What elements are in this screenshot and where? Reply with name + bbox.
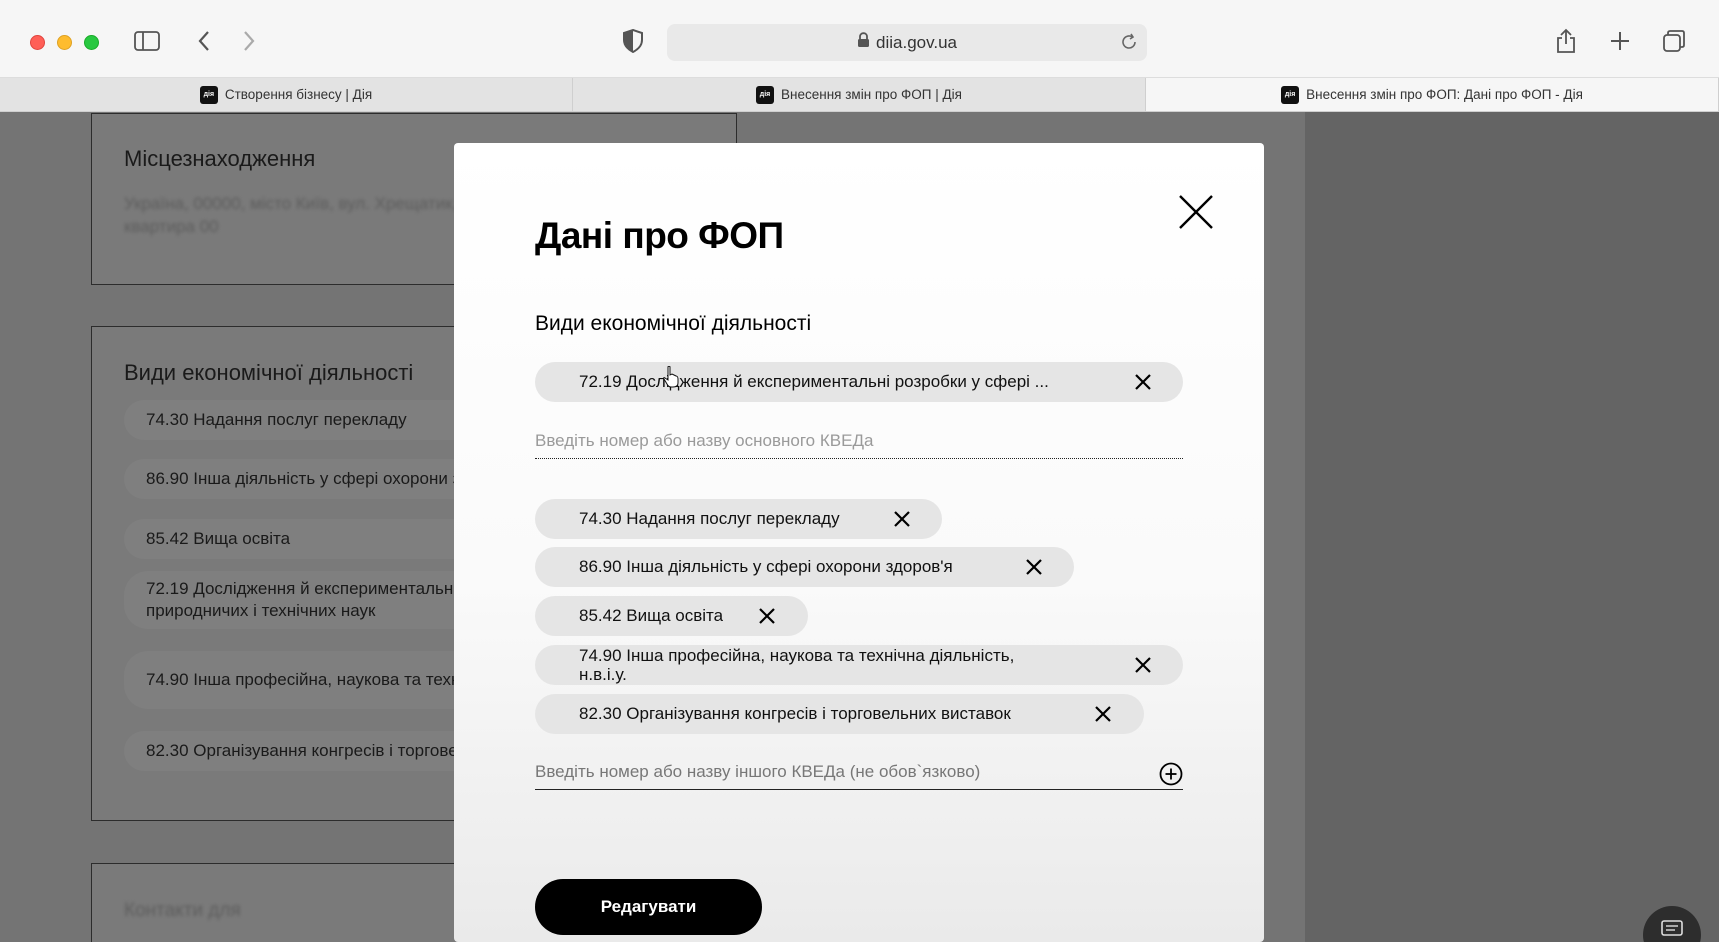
main-kved-placeholder: Введіть номер або назву основного КВЕДа: [535, 430, 874, 450]
tab-bar: дія Створення бізнесу | Дія дія Внесення…: [0, 78, 1719, 112]
main-kved-chip: 72.19 Дослідження й експериментальні роз…: [535, 362, 1183, 402]
close-icon[interactable]: [757, 606, 777, 626]
modal-title: Дані про ФОП: [535, 215, 784, 256]
tab-overview-icon[interactable]: [1659, 26, 1689, 56]
chip-label: 72.19 Дослідження й експериментальні роз…: [579, 372, 1049, 391]
diia-logo-icon: дія: [199, 85, 218, 104]
tab-create-business[interactable]: дія Створення бізнесу | Дія: [0, 78, 573, 111]
activities-card-title: Види економічної діяльності: [124, 360, 414, 385]
main-kved-input[interactable]: Введіть номер або назву основного КВЕДа: [535, 423, 1183, 459]
tab-title: Внесення змін про ФОП | Дія: [781, 87, 962, 102]
plus-circle-icon[interactable]: [1159, 762, 1183, 786]
forward-icon[interactable]: [234, 26, 264, 56]
fop-data-modal: [454, 143, 1264, 942]
reload-icon[interactable]: [1119, 32, 1139, 57]
chip-label-line: н.в.і.у.: [579, 665, 627, 684]
chip-label: 74.90 Інша професійна, наукова та техніч…: [579, 646, 1079, 684]
chip-label: 86.90 Інша діяльність у сфері охорони зд…: [579, 557, 953, 576]
new-tab-icon[interactable]: [1605, 26, 1635, 56]
close-icon[interactable]: [892, 509, 912, 529]
section-title: Види економічної діяльності: [535, 312, 812, 335]
zoom-window-button[interactable]: [84, 35, 99, 50]
chip-label: 74.30 Надання послуг перекладу: [579, 509, 840, 528]
url-text: diia.gov.ua: [876, 32, 957, 52]
sidebar-toggle-icon[interactable]: [132, 26, 162, 56]
location-text: квартира 00: [124, 217, 219, 236]
back-icon[interactable]: [189, 26, 219, 56]
tab-title: Створення бізнесу | Дія: [224, 87, 373, 102]
kved-chip: 74.90 Інша професійна, наукова та техніч…: [535, 645, 1183, 685]
close-icon[interactable]: [1133, 655, 1153, 675]
chip-label: 85.42 Вища освіта: [579, 606, 724, 625]
close-window-button[interactable]: [30, 35, 45, 50]
tab-fop-changes[interactable]: дія Внесення змін про ФОП | Дія: [573, 78, 1146, 111]
contacts-card-title: Контакти для: [124, 900, 241, 921]
diia-logo-icon: дія: [1281, 85, 1300, 104]
kved-chip: 82.30 Організування конгресів і торговел…: [535, 694, 1144, 734]
kved-chip: 86.90 Інша діяльність у сфері охорони зд…: [535, 547, 1074, 587]
lock-icon: [857, 32, 870, 53]
chip-label-line: 74.90 Інша професійна, наукова та техніч…: [579, 646, 1015, 665]
share-icon[interactable]: [1551, 26, 1581, 56]
diia-logo-icon: дія: [756, 85, 775, 104]
tab-fop-data[interactable]: дія Внесення змін про ФОП: Дані про ФОП …: [1146, 78, 1719, 111]
close-icon[interactable]: [1024, 557, 1044, 577]
close-icon[interactable]: [1093, 704, 1113, 724]
other-kved-placeholder: Введіть номер або назву іншого КВЕДа (не…: [535, 761, 981, 781]
other-kved-input[interactable]: Введіть номер або назву іншого КВЕДа (не…: [535, 754, 1183, 790]
mouse-pointer-icon: [663, 365, 679, 388]
close-icon[interactable]: [1174, 190, 1218, 234]
kved-chip: 74.30 Надання послуг перекладу: [535, 499, 942, 539]
edit-button[interactable]: Редагувати: [535, 879, 762, 935]
minimize-window-button[interactable]: [57, 35, 72, 50]
tab-title: Внесення змін про ФОП: Дані про ФОП - Ді…: [1306, 87, 1583, 102]
page-side-area: [1305, 112, 1719, 942]
close-icon[interactable]: [1133, 372, 1153, 392]
privacy-shield-icon[interactable]: [618, 26, 648, 56]
kved-chip: 85.42 Вища освіта: [535, 596, 808, 636]
chip-label: 82.30 Організування конгресів і торговел…: [579, 704, 1011, 723]
location-text: Україна, 00000, місто Київ, вул. Хрещати…: [124, 194, 458, 213]
location-card-title: Місцезнаходження: [124, 146, 316, 171]
browser-toolbar: diia.gov.ua: [0, 0, 1719, 78]
address-bar[interactable]: diia.gov.ua: [667, 24, 1147, 61]
